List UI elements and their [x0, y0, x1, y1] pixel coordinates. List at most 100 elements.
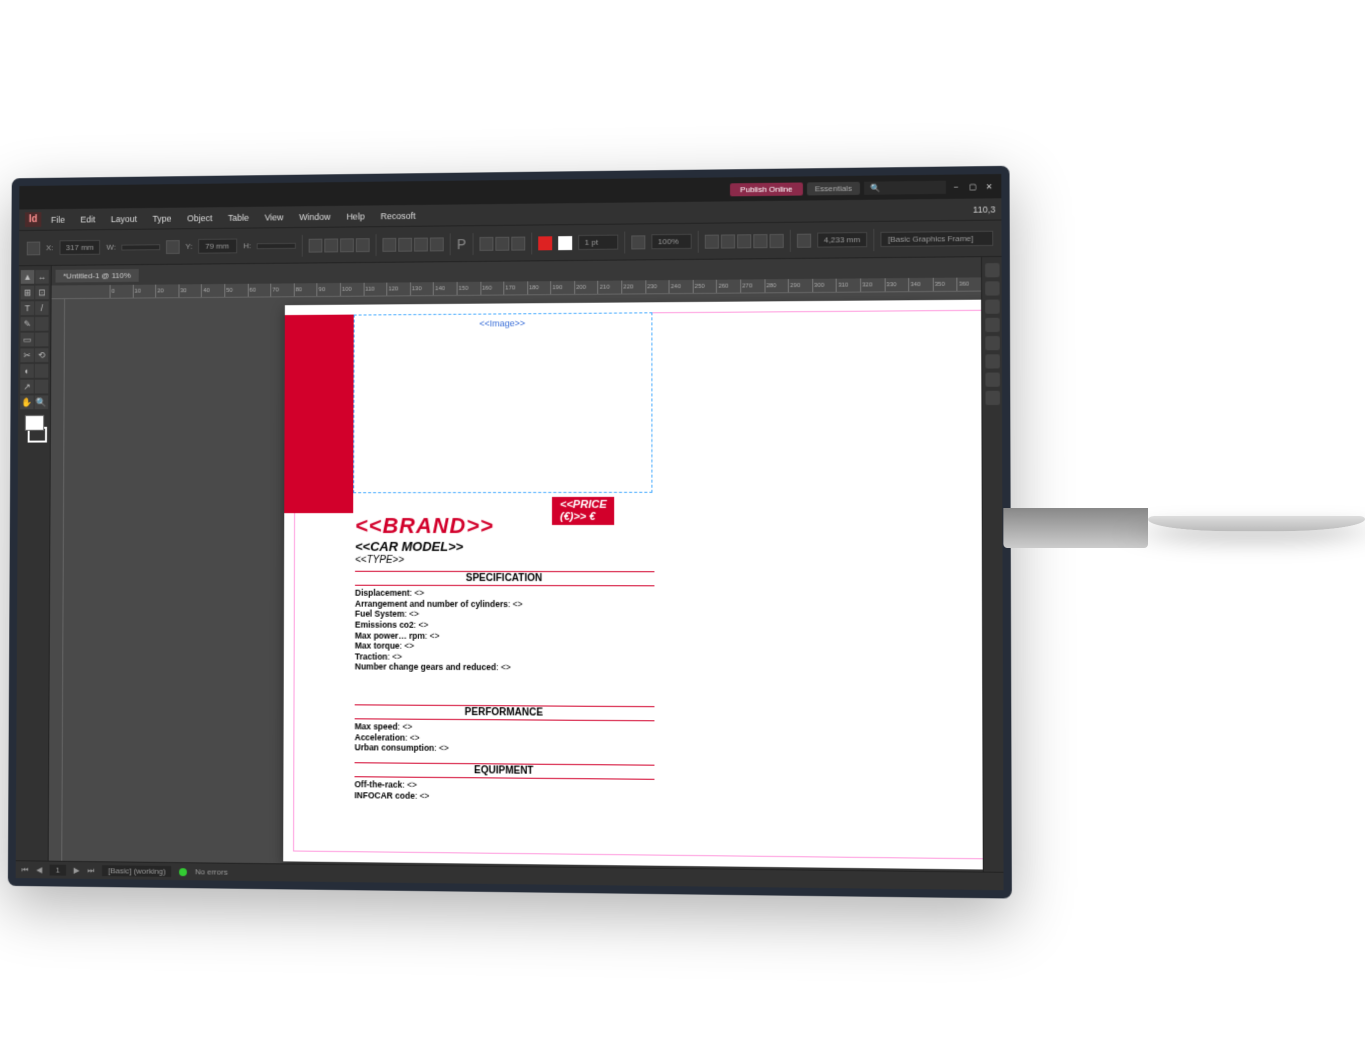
- character-panel-icon[interactable]: [985, 390, 999, 404]
- type-tool[interactable]: T: [21, 301, 35, 315]
- spec-row: Arrangement and number of cylinders: <>: [355, 598, 655, 609]
- page[interactable]: <<Image>> <<PRICE (€)>> € <<BRAND>> <<CA…: [283, 299, 983, 869]
- line-tool[interactable]: /: [35, 301, 49, 315]
- page-tool[interactable]: ⊞: [21, 285, 35, 299]
- links-panel-icon[interactable]: [985, 299, 999, 313]
- text-wrap-none-icon[interactable]: [704, 234, 718, 248]
- type-text-frame[interactable]: <<TYPE>>: [355, 554, 404, 565]
- paragraph-icon[interactable]: P: [457, 235, 466, 251]
- fx-icon[interactable]: [631, 234, 645, 248]
- flip-v-icon[interactable]: [398, 237, 412, 251]
- publish-online-button[interactable]: Publish Online: [730, 181, 803, 195]
- image-placeholder-frame[interactable]: <<Image>>: [353, 312, 652, 493]
- gap-tool[interactable]: ⊡: [35, 285, 49, 299]
- performance-section[interactable]: PERFORMANCE Max speed: <>Acceleration: <…: [355, 704, 655, 757]
- object-style-dropdown[interactable]: [Basic Graphics Frame]: [881, 230, 994, 246]
- document-tab[interactable]: *Untitled-1 @ 110%: [55, 268, 138, 282]
- last-page-button[interactable]: ⏭: [87, 865, 94, 875]
- direct-selection-tool[interactable]: ↔: [35, 269, 49, 283]
- y-field[interactable]: 79 mm: [198, 238, 237, 253]
- prev-page-button[interactable]: ◀: [36, 865, 42, 874]
- equipment-section[interactable]: EQUIPMENT Off-the-rack: <>INFOCAR code: …: [354, 762, 654, 805]
- align-right-icon[interactable]: [511, 236, 525, 250]
- selection-tool[interactable]: ▲: [21, 269, 35, 283]
- spec-row: Emissions co2: <>: [355, 619, 655, 631]
- constrain-icon[interactable]: [166, 239, 180, 253]
- rotate-cw-icon[interactable]: [414, 237, 428, 251]
- preflight-status-text[interactable]: No errors: [195, 867, 228, 876]
- first-page-button[interactable]: ⏮: [21, 864, 28, 874]
- stroke-weight-field[interactable]: 1 pt: [578, 234, 618, 249]
- preflight-status-icon[interactable]: [179, 867, 187, 875]
- vertical-ruler[interactable]: [49, 299, 65, 861]
- pages-panel-icon[interactable]: [985, 263, 999, 277]
- zoom-tool[interactable]: 🔍: [35, 395, 49, 409]
- gradient-feather-tool[interactable]: [35, 363, 49, 377]
- fill-color-swatch[interactable]: [24, 415, 43, 431]
- close-button[interactable]: ✕: [983, 181, 995, 190]
- rectangle-tool[interactable]: [35, 332, 49, 346]
- model-text-frame[interactable]: <<CAR MODEL>>: [355, 538, 463, 553]
- restore-button[interactable]: ▢: [967, 181, 979, 190]
- pasteboard[interactable]: <<Image>> <<PRICE (€)>> € <<BRAND>> <<CA…: [49, 291, 983, 871]
- page-number-field[interactable]: 1: [50, 864, 66, 875]
- menu-layout[interactable]: Layout: [105, 211, 143, 225]
- scale-y-icon[interactable]: [325, 237, 339, 251]
- menu-file[interactable]: File: [45, 212, 71, 226]
- stroke-swatch[interactable]: [558, 235, 572, 249]
- flip-h-icon[interactable]: [383, 237, 397, 251]
- align-center-icon[interactable]: [495, 236, 509, 250]
- text-wrap-bbox-icon[interactable]: [721, 233, 735, 247]
- ref-point-icon[interactable]: [27, 241, 41, 255]
- text-wrap-shape-icon[interactable]: [737, 233, 751, 247]
- corner-options-icon[interactable]: [796, 233, 810, 247]
- next-page-button[interactable]: ▶: [74, 865, 80, 874]
- spec-row: Max torque: <>: [355, 640, 655, 652]
- rotate-ccw-icon[interactable]: [430, 236, 444, 250]
- pencil-tool[interactable]: [35, 316, 49, 330]
- menu-view[interactable]: View: [259, 209, 290, 223]
- h-field[interactable]: [257, 242, 296, 248]
- free-transform-tool[interactable]: ⟲: [35, 348, 49, 362]
- text-wrap-jumpnext-icon[interactable]: [769, 233, 783, 247]
- scissors-tool[interactable]: ✂: [20, 348, 34, 362]
- menu-edit[interactable]: Edit: [74, 211, 101, 225]
- shear-icon[interactable]: [356, 237, 370, 251]
- brand-text-frame[interactable]: <<BRAND>>: [355, 513, 494, 539]
- swatches-panel-icon[interactable]: [985, 354, 999, 368]
- pen-tool[interactable]: ✎: [21, 317, 35, 331]
- price-line1: <<PRICE: [560, 498, 607, 510]
- zoom-field[interactable]: 110,3: [973, 203, 996, 213]
- stock-search-input[interactable]: 🔍: [864, 180, 946, 194]
- workspace-switcher[interactable]: Essentials: [807, 181, 860, 195]
- opacity-field[interactable]: 100%: [651, 233, 691, 248]
- rectangle-frame-tool[interactable]: ▭: [20, 332, 34, 346]
- menu-type[interactable]: Type: [147, 211, 178, 225]
- corner-radius-field[interactable]: 4,233 mm: [817, 232, 868, 248]
- menu-table[interactable]: Table: [222, 210, 255, 224]
- x-field[interactable]: 317 mm: [59, 239, 101, 254]
- master-indicator[interactable]: [Basic] (working): [102, 865, 171, 877]
- scale-x-icon[interactable]: [309, 238, 323, 252]
- align-left-icon[interactable]: [479, 236, 493, 250]
- specification-section[interactable]: SPECIFICATION Displacement: <>Arrangemen…: [355, 570, 655, 675]
- gradient-swatch-tool[interactable]: ◐: [20, 364, 34, 378]
- text-wrap-jump-icon[interactable]: [753, 233, 767, 247]
- menu-window[interactable]: Window: [293, 209, 336, 223]
- cc-libraries-panel-icon[interactable]: [985, 372, 999, 386]
- menu-help[interactable]: Help: [341, 208, 371, 222]
- hand-tool[interactable]: ✋: [20, 395, 34, 409]
- stroke-panel-icon[interactable]: [985, 317, 999, 331]
- fill-swatch[interactable]: [538, 235, 552, 249]
- note-tool[interactable]: ↗: [20, 379, 34, 393]
- minimize-button[interactable]: −: [950, 182, 962, 191]
- rotate-icon[interactable]: [340, 237, 354, 251]
- price-text-frame[interactable]: <<PRICE (€)>> €: [552, 496, 615, 524]
- menu-recosoft[interactable]: Recosoft: [374, 208, 421, 222]
- eyedropper-tool[interactable]: [35, 379, 49, 393]
- menu-object[interactable]: Object: [181, 210, 218, 224]
- w-field[interactable]: [121, 243, 160, 249]
- color-panel-icon[interactable]: [985, 336, 999, 350]
- red-sidebar-block[interactable]: [284, 314, 353, 513]
- layers-panel-icon[interactable]: [985, 281, 999, 295]
